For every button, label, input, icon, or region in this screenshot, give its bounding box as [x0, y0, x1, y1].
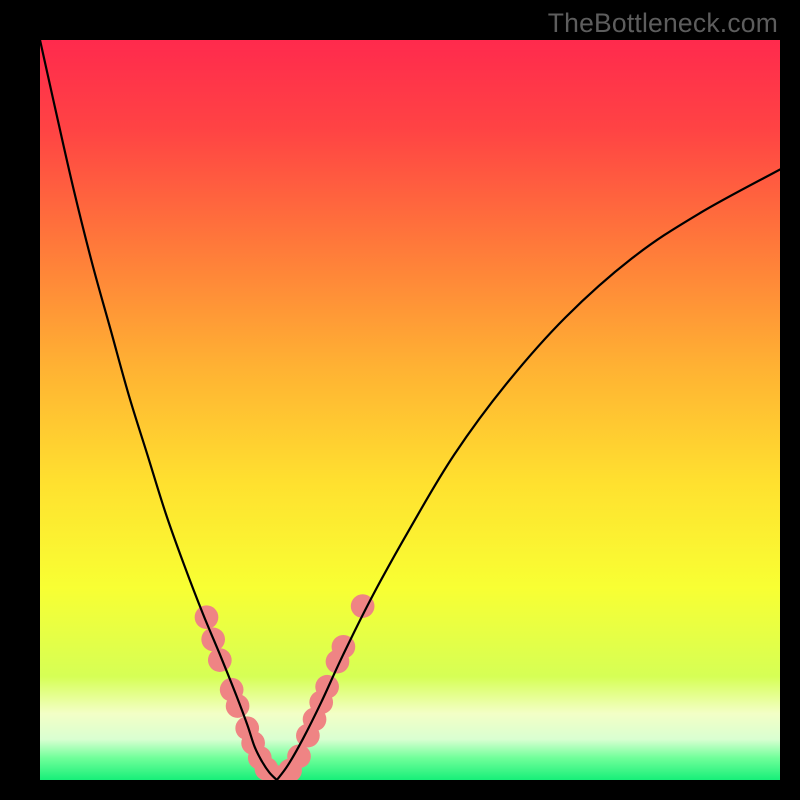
- plot-area: [40, 40, 780, 780]
- watermark-text: TheBottleneck.com: [548, 8, 778, 39]
- curve-layer: [40, 40, 780, 780]
- curve-left-branch: [40, 40, 277, 780]
- chart-stage: TheBottleneck.com: [0, 0, 800, 800]
- curve-right-branch: [277, 170, 780, 781]
- data-marker: [315, 675, 339, 699]
- data-markers: [195, 594, 375, 780]
- data-marker: [195, 605, 219, 629]
